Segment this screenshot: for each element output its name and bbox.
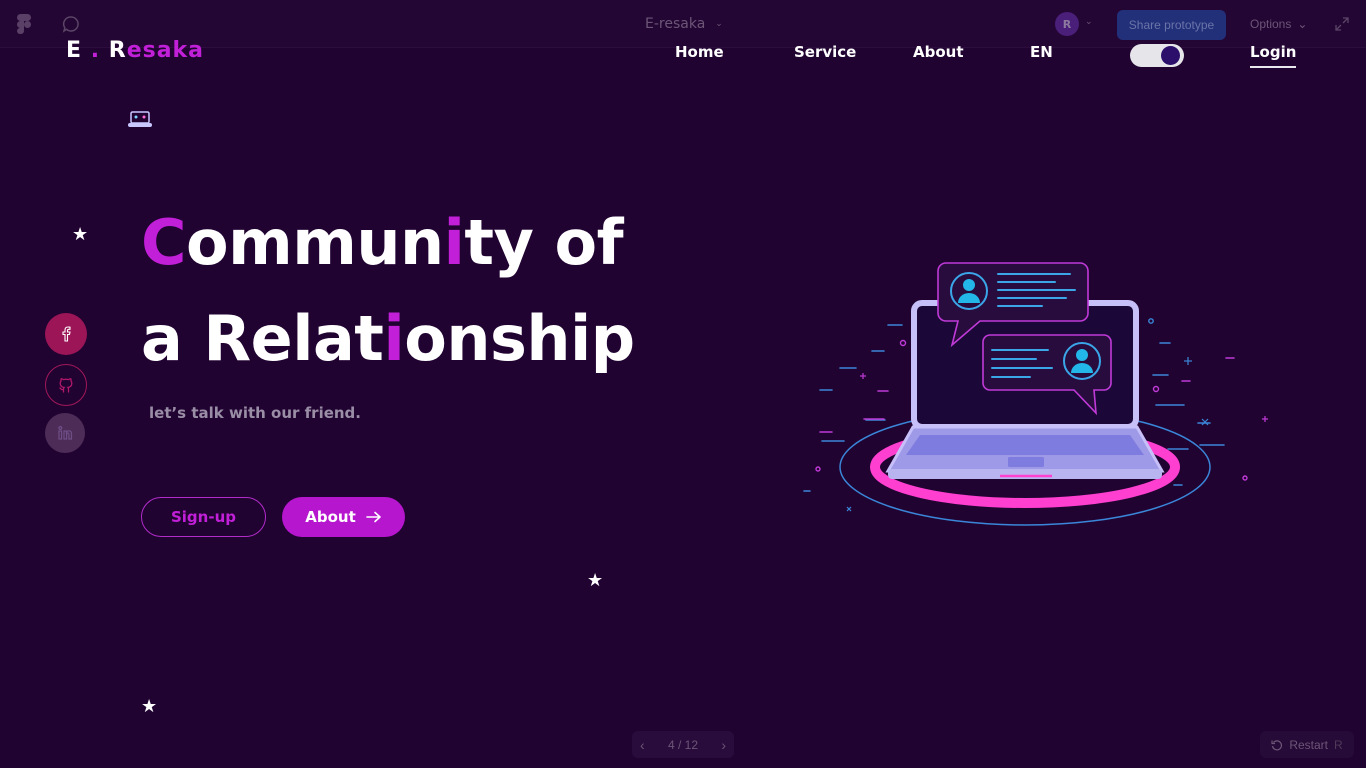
hero-text: ty of [464, 206, 624, 279]
slide-pager: ‹ 4 / 12 › [632, 731, 734, 758]
language-selector[interactable]: EN [1030, 43, 1053, 61]
logo-dot: . [90, 38, 101, 63]
linkedin-icon [58, 426, 73, 440]
hero-tagline: let’s talk with our friend. [149, 404, 361, 422]
hero-text: onship [404, 302, 635, 375]
chevron-down-icon: ⌄ [715, 19, 723, 29]
restart-label: Restart [1289, 737, 1328, 752]
share-prototype-button[interactable]: Share prototype [1117, 10, 1226, 40]
nav-home[interactable]: Home [675, 43, 724, 61]
comment-icon[interactable] [62, 15, 80, 33]
accent-letter: i [383, 302, 405, 375]
theme-toggle[interactable] [1130, 44, 1184, 67]
hero-title-line-1: Community of [141, 212, 624, 274]
laptop-icon [128, 111, 152, 127]
logo-word-rest: esaka [126, 38, 205, 63]
restart-icon [1271, 739, 1283, 750]
nav-service[interactable]: Service [794, 43, 856, 61]
logo-letter-e: E [66, 38, 83, 63]
hero-text: a Relat [141, 302, 384, 375]
file-title[interactable]: E-resaka ⌄ [645, 16, 723, 32]
file-title-text: E-resaka [645, 16, 706, 32]
about-button[interactable]: About [282, 497, 405, 537]
logo-letter-r: R [108, 38, 127, 63]
restart-button[interactable]: Restart R [1260, 731, 1354, 758]
prototype-stage: E-resaka ⌄ R ⌄ Share prototype Options ⌄… [0, 0, 1366, 768]
chevron-left-icon[interactable]: ‹ [640, 737, 645, 753]
restart-shortcut: R [1334, 737, 1343, 752]
star-icon: ★ [72, 224, 89, 245]
signup-button[interactable]: Sign-up [141, 497, 266, 537]
hero-title-line-2: a Relationship [141, 308, 635, 370]
about-button-label: About [305, 508, 356, 526]
star-icon: ★ [587, 570, 604, 591]
site-logo[interactable]: E . Resaka [66, 38, 204, 63]
accent-letter: C [141, 206, 187, 279]
nav-about[interactable]: About [913, 43, 964, 61]
avatar[interactable]: R [1055, 12, 1079, 36]
figma-logo-icon[interactable] [17, 14, 31, 34]
figma-toolbar: E-resaka ⌄ R ⌄ Share prototype Options ⌄ [0, 0, 1366, 48]
star-icon: ★ [141, 696, 158, 717]
chevron-down-icon: ⌄ [1297, 17, 1308, 31]
facebook-button[interactable] [45, 313, 87, 355]
options-label: Options [1250, 17, 1292, 31]
expand-icon[interactable] [1334, 16, 1350, 32]
hero-text: ommun [186, 206, 444, 279]
laptop-chat-illustration [803, 262, 1268, 526]
page-indicator: 4 / 12 [667, 737, 699, 752]
linkedin-button[interactable] [45, 413, 85, 453]
chevron-right-icon[interactable]: › [721, 737, 726, 753]
options-button[interactable]: Options ⌄ [1250, 17, 1307, 31]
arrow-right-icon [365, 511, 381, 523]
accent-letter: i [443, 206, 465, 279]
github-button[interactable] [45, 364, 87, 406]
facebook-icon [62, 326, 71, 342]
chevron-down-icon[interactable]: ⌄ [1085, 17, 1093, 27]
login-link[interactable]: Login [1250, 43, 1297, 68]
toggle-knob [1161, 46, 1180, 65]
github-icon [59, 378, 73, 393]
